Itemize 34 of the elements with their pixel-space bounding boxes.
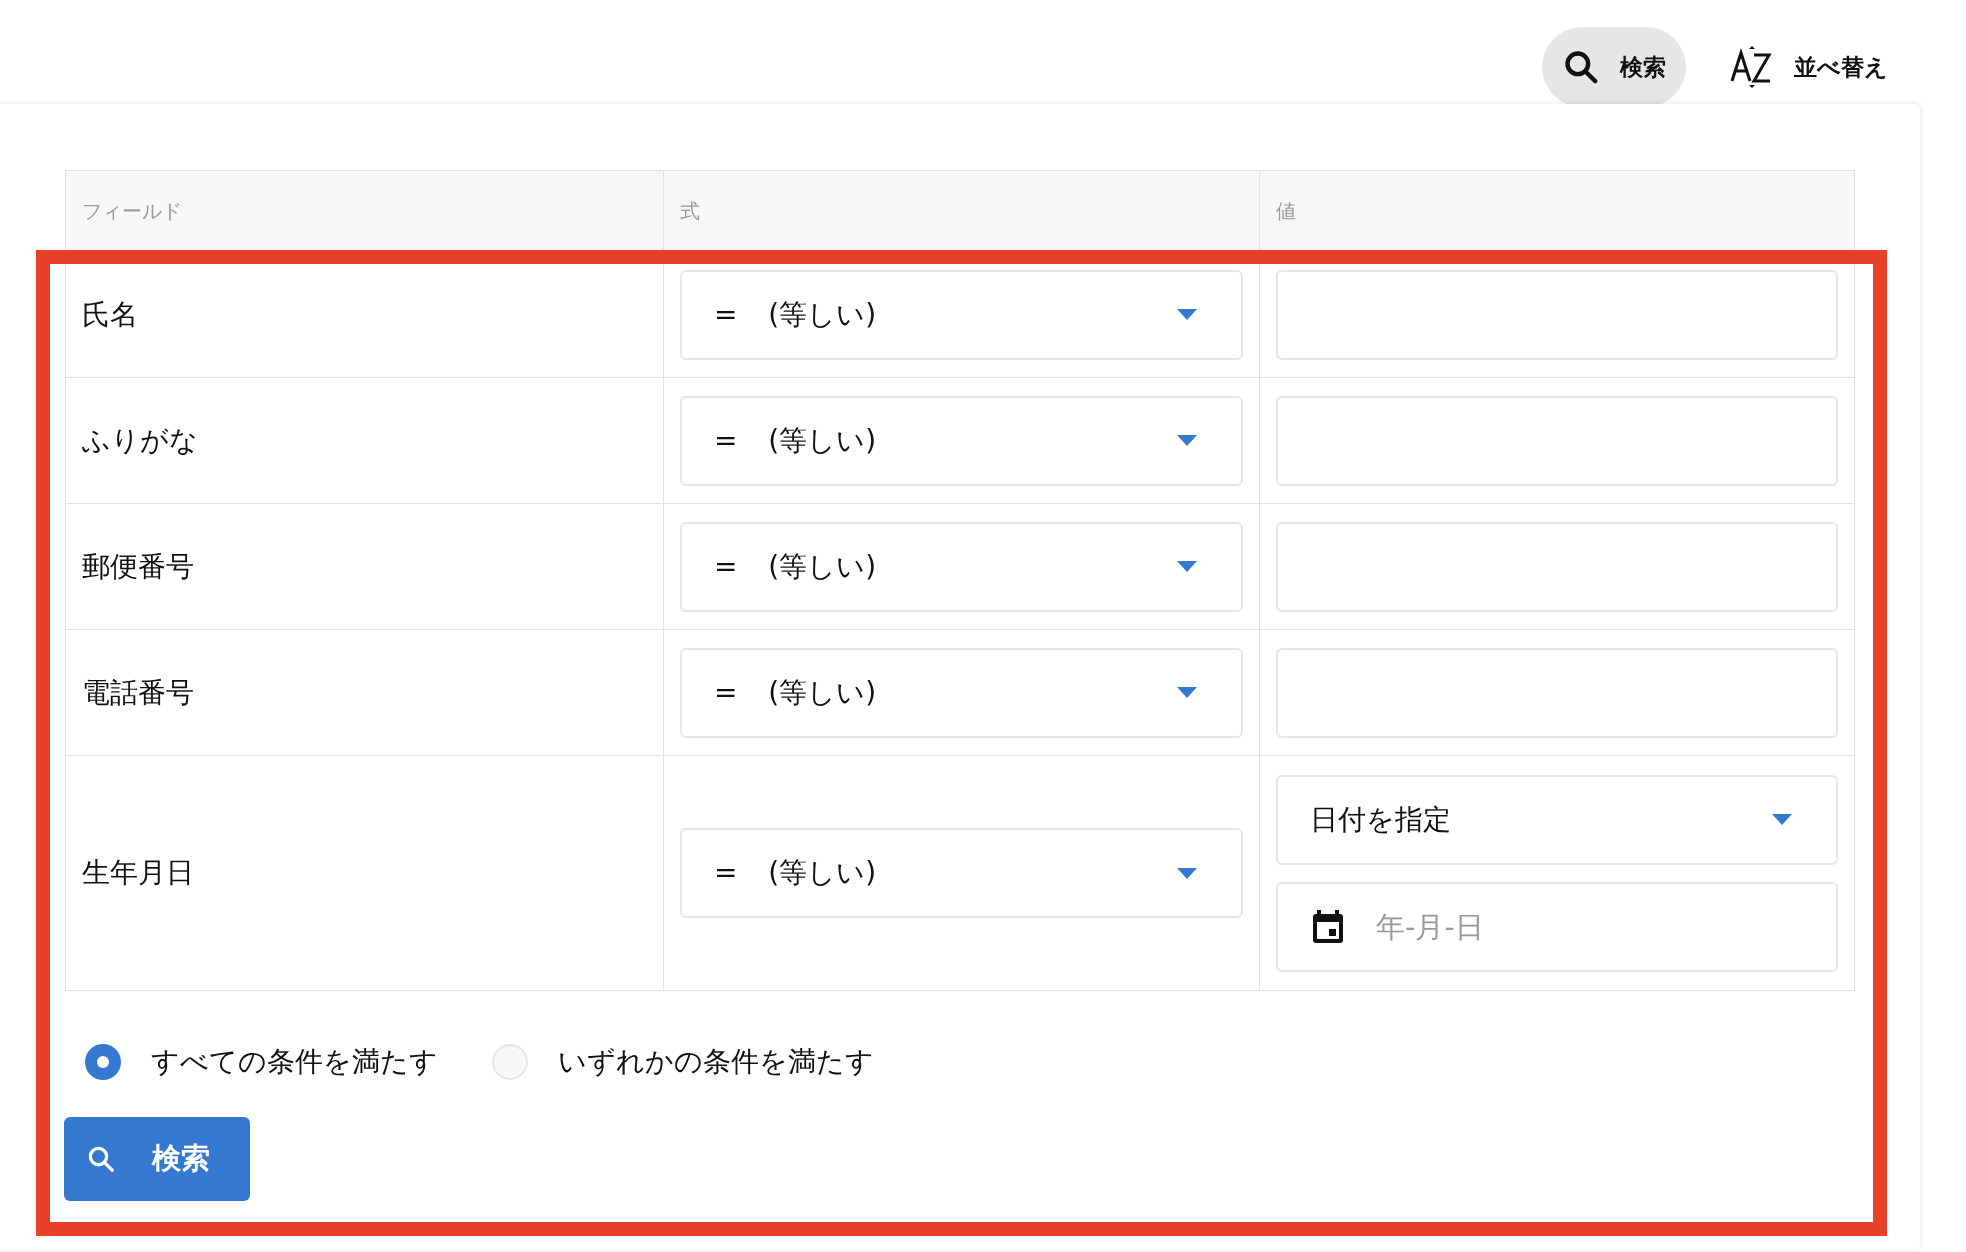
operator-dropdown[interactable]: = (等しい) [680, 647, 1243, 738]
value-input[interactable] [1276, 269, 1838, 360]
field-label: 生年月日 [82, 855, 194, 891]
search-icon [1562, 48, 1600, 86]
date-input[interactable]: 年-月-日 [1276, 881, 1838, 972]
caret-icon [1177, 435, 1197, 446]
column-header: 式 [680, 198, 700, 225]
operator-dropdown[interactable]: = (等しい) [680, 395, 1243, 486]
operator-dropdown[interactable]: = (等しい) [680, 521, 1243, 612]
calendar-icon [1310, 908, 1346, 945]
value-input[interactable] [1276, 395, 1838, 486]
field-label: 郵便番号 [82, 548, 194, 585]
sort-icon [1730, 45, 1774, 89]
caret-icon [1772, 814, 1792, 825]
search-button[interactable]: 検索 [64, 1117, 250, 1201]
match-radio[interactable]: すべての条件を満たす [85, 1041, 438, 1083]
column-header: 値 [1276, 198, 1296, 225]
value-input[interactable] [1276, 521, 1838, 612]
column-header: フィールド [82, 198, 182, 225]
value-input[interactable] [1276, 647, 1838, 738]
field-label: 氏名 [82, 296, 138, 333]
field-label: ふりがな [82, 422, 198, 459]
caret-icon [1177, 687, 1197, 698]
operator-dropdown[interactable]: = (等しい) [680, 828, 1243, 918]
caret-icon [1177, 561, 1197, 572]
match-radio[interactable]: いずれかの条件を満たす [492, 1041, 874, 1083]
search-toggle-button[interactable]: 検索 [1542, 27, 1686, 107]
search-icon [86, 1144, 116, 1174]
caret-icon [1177, 309, 1197, 320]
sort-button[interactable]: 並べ替え [1710, 27, 1908, 107]
caret-icon [1177, 867, 1197, 879]
field-label: 電話番号 [82, 674, 194, 711]
date-mode-dropdown[interactable]: 日付を指定 [1276, 774, 1838, 865]
operator-dropdown[interactable]: = (等しい) [680, 269, 1243, 360]
